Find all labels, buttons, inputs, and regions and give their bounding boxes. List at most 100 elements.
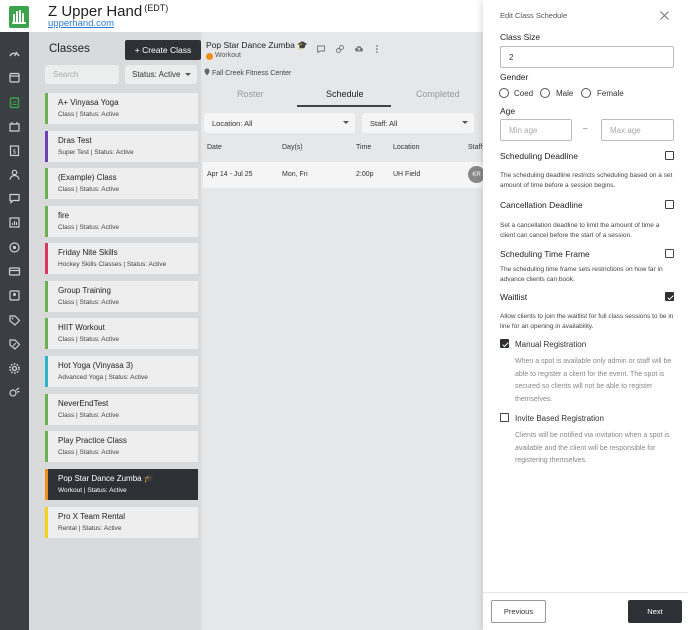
drawer-title: Edit Class Schedule <box>500 11 568 20</box>
class-search-input[interactable]: Search <box>45 65 119 84</box>
integrations-icon[interactable] <box>7 385 21 399</box>
manual-registration-title: Manual Registration <box>515 340 587 349</box>
class-list-heading: Classes <box>49 43 90 55</box>
scheduling-time-frame-desc: The scheduling time frame sets restricti… <box>500 266 663 283</box>
age-range-separator: – <box>583 124 588 133</box>
previous-button[interactable]: Previous <box>491 600 546 623</box>
discounts-icon[interactable] <box>7 337 21 351</box>
svg-text:$: $ <box>12 148 16 155</box>
manual-registration-desc: When a spot is available only admin or s… <box>515 358 672 403</box>
class-item-subtitle: Advanced Yoga | Status: Active <box>58 374 148 381</box>
cloud-upload-icon[interactable] <box>354 44 364 54</box>
tab-schedule[interactable]: Schedule <box>326 89 364 99</box>
scheduling-time-frame-title: Scheduling Time Frame <box>500 249 590 259</box>
next-button[interactable]: Next <box>628 600 682 623</box>
invite-registration-checkbox[interactable] <box>500 413 509 422</box>
close-icon[interactable] <box>659 10 670 21</box>
class-location: Fall Creek Fitness Center <box>204 68 291 77</box>
contacts-icon[interactable] <box>7 288 21 302</box>
location-pin-icon <box>204 68 210 76</box>
location-filter-select[interactable]: Location: All <box>204 113 355 133</box>
class-item-subtitle: Class | Status: Active <box>58 224 119 231</box>
gender-option-label: Coed <box>514 89 534 98</box>
link-icon[interactable] <box>335 44 345 54</box>
class-list-item[interactable]: Hot Yoga (Vinyasa 3) Advanced Yoga | Stat… <box>45 356 198 387</box>
class-size-label: Class Size <box>500 32 541 42</box>
status-filter-select[interactable]: Status: Active <box>125 65 197 84</box>
scheduling-deadline-checkbox[interactable] <box>665 151 674 160</box>
scheduling-deadline-title: Scheduling Deadline <box>500 151 578 161</box>
chevron-down-icon <box>185 73 191 76</box>
class-item-name: A+ Vinyasa Yoga <box>58 98 119 107</box>
class-item-subtitle: Class | Status: Active <box>58 412 119 419</box>
calendar-icon[interactable] <box>7 70 21 84</box>
class-list-item[interactable]: Friday Nite Skills Hockey Skills Classes … <box>45 243 198 274</box>
class-list-item[interactable]: Group Training Class | Status: Active <box>45 281 198 312</box>
staff-filter-select[interactable]: Staff: All <box>362 113 474 133</box>
reports-icon[interactable] <box>7 215 21 229</box>
gender-option-label: Male <box>556 89 574 98</box>
chat-icon[interactable] <box>316 44 326 54</box>
class-item-name: Group Training <box>58 286 111 295</box>
tags-icon[interactable] <box>7 313 21 327</box>
gender-radio-male[interactable] <box>540 88 550 98</box>
min-age-input[interactable]: Min age <box>500 119 572 141</box>
class-list-item[interactable]: NeverEndTest Class | Status: Active <box>45 394 198 425</box>
class-item-name: Play Practice Class <box>58 436 127 445</box>
class-list-item[interactable]: HIIT Workout Class | Status: Active <box>45 318 198 349</box>
class-item-subtitle: Class | Status: Active <box>58 186 119 193</box>
class-list-item[interactable]: Play Practice Class Class | Status: Activ… <box>45 431 198 462</box>
class-list-item[interactable]: A+ Vinyasa Yoga Class | Status: Active <box>45 93 198 124</box>
messages-icon[interactable] <box>7 191 21 205</box>
class-item-name: fire <box>58 211 70 220</box>
gender-radio-female[interactable] <box>581 88 591 98</box>
tab-roster[interactable]: Roster <box>237 89 264 99</box>
events-icon[interactable] <box>7 119 21 133</box>
dashboard-icon[interactable] <box>7 46 21 60</box>
memberships-icon[interactable] <box>7 264 21 278</box>
clients-icon[interactable] <box>7 167 21 181</box>
column-header-date[interactable]: Date <box>207 144 222 151</box>
class-title: Pop Star Dance Zumba 🎓 <box>206 40 308 50</box>
tab-completed[interactable]: Completed <box>416 89 460 99</box>
max-age-input[interactable]: Max age <box>601 119 674 141</box>
manual-registration-checkbox[interactable] <box>500 339 509 348</box>
class-item-name: NeverEndTest <box>58 399 109 408</box>
waitlist-checkbox[interactable] <box>665 292 674 301</box>
schedule-date: Apr 14 - Jul 25 <box>207 171 253 178</box>
waitlist-title: Waitlist <box>500 292 528 302</box>
class-item-subtitle: Super Test | Status: Active <box>58 149 134 156</box>
class-list-item[interactable]: Pop Star Dance Zumba 🎓 Workout | Status: … <box>45 469 198 500</box>
class-list-item[interactable]: (Example) Class Class | Status: Active <box>45 168 198 199</box>
class-item-subtitle: Hockey Skills Classes | Status: Active <box>58 261 167 268</box>
class-size-input[interactable]: 2 <box>500 46 674 68</box>
class-item-name: Pro X Team Rental <box>58 512 125 521</box>
gender-option-label: Female <box>597 89 624 98</box>
upper-hand-logo-icon[interactable] <box>9 6 29 28</box>
invite-registration-title: Invite Based Registration <box>515 414 604 423</box>
column-header-time[interactable]: Time <box>356 144 371 151</box>
timezone-label: (EDT) <box>144 3 169 13</box>
cancellation-deadline-checkbox[interactable] <box>665 200 674 209</box>
marketing-icon[interactable] <box>7 240 21 254</box>
invoice-icon[interactable]: $ <box>7 143 21 157</box>
waitlist-desc: Allow clients to join the waitlist for f… <box>500 313 674 330</box>
column-header-days[interactable]: Day(s) <box>282 144 303 151</box>
settings-icon[interactable] <box>7 361 21 375</box>
schedule-time: 2:00p <box>356 171 374 178</box>
site-link[interactable]: upperhand.com <box>48 18 114 29</box>
column-header-staff[interactable]: Staff <box>468 144 482 151</box>
create-class-button[interactable]: + Create Class <box>125 40 201 60</box>
column-header-location[interactable]: Location <box>393 144 419 151</box>
class-type-label: Workout <box>215 52 241 59</box>
more-options-icon[interactable] <box>372 44 382 54</box>
class-list-item[interactable]: Pro X Team Rental Rental | Status: Active <box>45 507 198 538</box>
class-list-item[interactable]: fire Class | Status: Active <box>45 206 198 237</box>
scheduling-time-frame-checkbox[interactable] <box>665 249 674 258</box>
class-list-item[interactable]: Dras Test Super Test | Status: Active <box>45 131 198 162</box>
gender-radio-coed[interactable] <box>499 88 509 98</box>
class-type-dot <box>206 53 213 60</box>
class-item-subtitle: Rental | Status: Active <box>58 525 122 532</box>
schedule-days: Mon, Fri <box>282 171 308 178</box>
classes-icon[interactable] <box>7 95 21 109</box>
